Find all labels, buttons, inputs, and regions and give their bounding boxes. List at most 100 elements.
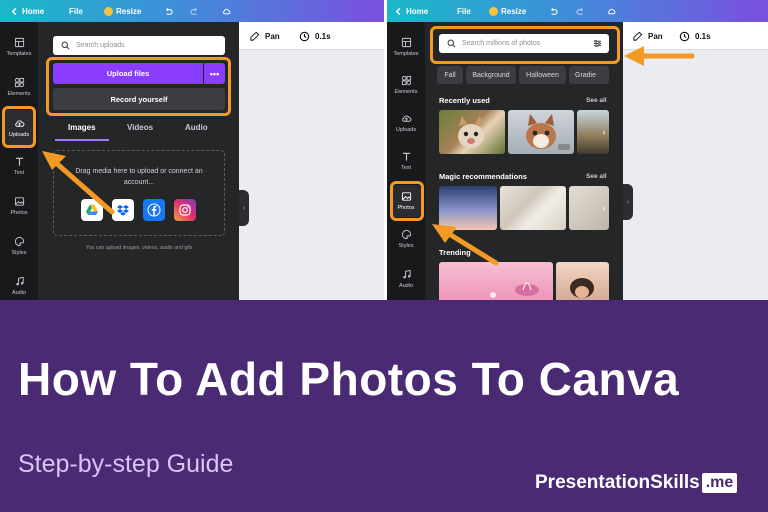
home-button[interactable]: Home (10, 5, 44, 17)
tab-videos[interactable]: Videos (127, 123, 153, 132)
recently-used-title: Recently used (439, 96, 490, 105)
facebook-button[interactable] (143, 199, 165, 221)
trending-photo-pink-room[interactable] (439, 262, 553, 300)
recent-photo-cat-grass[interactable] (439, 110, 505, 154)
pan-icon (250, 31, 260, 41)
duration-label: 0.1s (315, 32, 331, 41)
pink-room-photo-icon (490, 282, 539, 298)
recently-used-see-all[interactable]: See all (586, 97, 607, 104)
rail-label-photos: Photos (397, 205, 415, 211)
chip-halloween[interactable]: Halloween (519, 66, 566, 84)
elements-icon (14, 77, 24, 88)
chip-background[interactable]: Background (466, 66, 516, 84)
duration-button[interactable]: 0.1s (679, 31, 711, 42)
music-note-icon (402, 269, 411, 279)
resize-label: Resize (116, 6, 142, 16)
brand-logo: PresentationSkills .me (535, 472, 738, 494)
pan-button[interactable]: Pan (632, 31, 663, 42)
rail-item-templates[interactable]: Templates (387, 30, 425, 64)
cloud-sync-button[interactable] (607, 5, 616, 17)
magic-recommendations-see-all[interactable]: See all (586, 173, 607, 180)
file-label: File (457, 6, 471, 16)
undo-button[interactable] (549, 5, 558, 17)
music-note-icon (15, 276, 24, 286)
undo-icon (165, 7, 173, 15)
top-toolbar-right: Home File Resize (387, 0, 768, 22)
styles-icon (14, 236, 24, 247)
rail-label-uploads: Uploads (395, 127, 417, 133)
redo-button[interactable] (190, 5, 199, 17)
cloud-sync-button[interactable] (222, 5, 231, 17)
rail-item-uploads[interactable]: Uploads (387, 106, 425, 140)
chip-gradient[interactable]: Gradie (569, 66, 609, 84)
rail-item-photos[interactable]: Photos (0, 189, 38, 223)
text-icon (402, 152, 410, 161)
rail-item-styles[interactable]: Styles (0, 229, 38, 263)
styles-icon (401, 229, 411, 240)
photos-icon (401, 192, 411, 201)
file-menu[interactable]: File (457, 5, 471, 17)
rail-item-text[interactable]: Text (387, 144, 425, 178)
redo-button[interactable] (576, 5, 585, 17)
facebook-icon (147, 203, 161, 217)
rail-label-uploads: Uploads (8, 132, 30, 138)
search-uploads-placeholder: Search uploads (76, 42, 125, 49)
top-toolbar: Home File Resize (0, 0, 384, 22)
google-drive-button[interactable] (81, 199, 103, 221)
recent-photo-cat-grey[interactable] (508, 110, 574, 154)
pan-label: Pan (648, 32, 663, 41)
chip-fall[interactable]: Fall (437, 66, 463, 84)
search-icon (61, 41, 70, 50)
home-button[interactable]: Home (394, 5, 428, 17)
resize-button[interactable]: Resize (104, 5, 141, 17)
search-highlight-box (430, 26, 620, 64)
collapse-panel-handle[interactable]: ‹ (623, 184, 633, 220)
rail-label-text: Text (400, 165, 412, 171)
duration-button[interactable]: 0.1s (299, 31, 331, 42)
instagram-icon (179, 204, 191, 216)
recent-next-arrow[interactable]: › (598, 121, 610, 143)
tab-images[interactable]: Images (68, 123, 96, 132)
search-uploads-input[interactable]: Search uploads (53, 36, 225, 55)
crown-icon (104, 6, 113, 16)
collapse-panel-handle[interactable]: ‹ (239, 190, 249, 226)
resize-button[interactable]: Resize (489, 5, 526, 17)
photos-icon (14, 197, 24, 206)
canvas-toolbar: Pan 0.1s (623, 22, 768, 50)
undo-icon (550, 7, 558, 15)
chevron-left-icon (395, 7, 401, 15)
upload-dropzone[interactable] (53, 150, 225, 236)
instagram-button[interactable] (174, 199, 196, 221)
rail-item-text[interactable]: Text (0, 149, 38, 183)
magic-next-arrow[interactable]: › (598, 197, 610, 219)
rail-label-templates: Templates (6, 51, 32, 57)
rail-item-styles[interactable]: Styles (387, 222, 425, 256)
undo-button[interactable] (164, 5, 173, 17)
thumbnail-stage: Home File Resize Templates Elements Uplo… (0, 0, 768, 512)
pan-button[interactable]: Pan (249, 31, 280, 42)
magic-photo-paper-texture[interactable] (500, 186, 566, 230)
clock-icon (679, 31, 690, 42)
cloud-upload-icon (14, 120, 24, 127)
rail-item-audio[interactable]: Audio (387, 262, 425, 296)
dropbox-icon (117, 205, 129, 216)
pan-label: Pan (265, 32, 280, 41)
redo-icon (190, 7, 198, 15)
page-subtitle: Step-by-step Guide (18, 450, 234, 478)
rail-label-styles: Styles (398, 243, 414, 249)
active-tab-indicator (55, 139, 109, 141)
rail-item-templates[interactable]: Templates (0, 30, 38, 64)
rail-item-elements[interactable]: Elements (387, 68, 425, 102)
rail-item-elements[interactable]: Elements (0, 70, 38, 104)
cloud-upload-icon (401, 115, 411, 122)
person-photo-icon (570, 278, 594, 298)
tab-audio[interactable]: Audio (185, 123, 208, 132)
magic-photo-sky-gradient[interactable] (439, 186, 497, 230)
rail-label-audio: Audio (11, 290, 27, 296)
dropbox-button[interactable] (112, 199, 134, 221)
file-menu[interactable]: File (69, 5, 83, 17)
templates-icon (14, 37, 24, 48)
trending-photo-person[interactable] (556, 262, 609, 300)
rail-item-audio[interactable]: Audio (0, 269, 38, 300)
crown-icon (489, 6, 498, 16)
